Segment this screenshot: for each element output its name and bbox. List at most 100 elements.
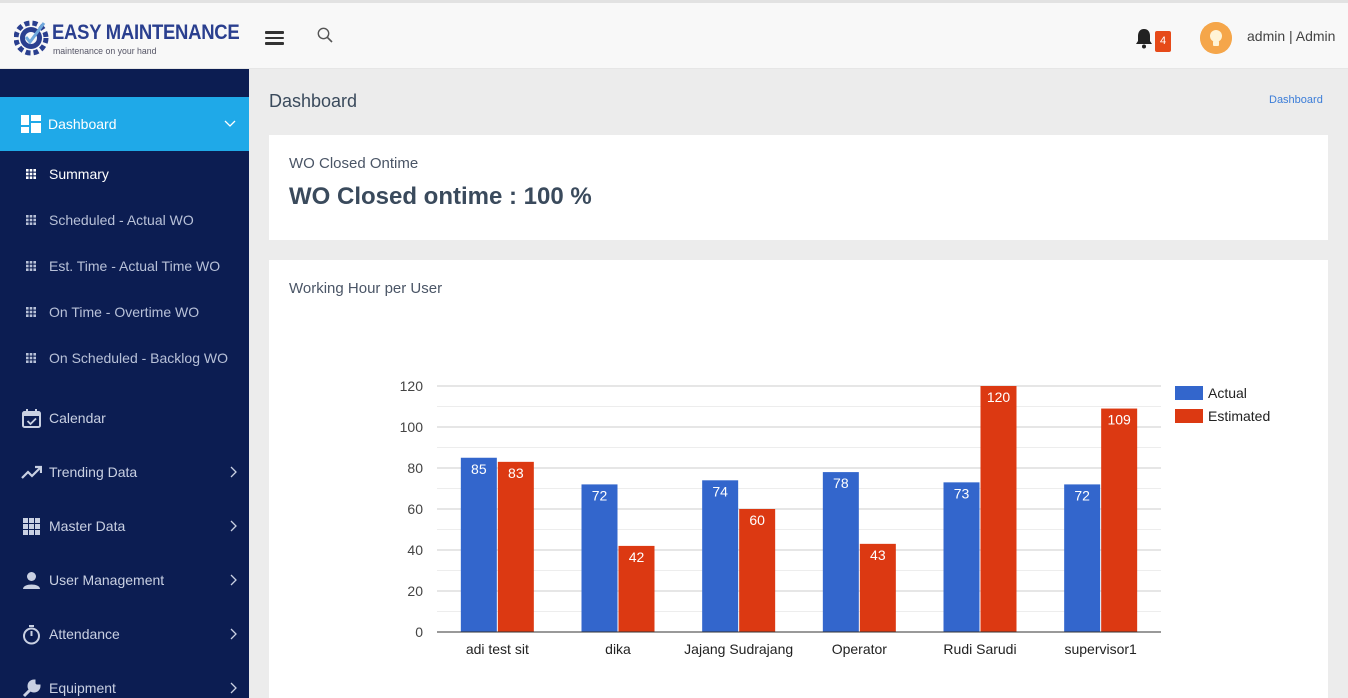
bell-icon[interactable] (1134, 27, 1154, 49)
hamburger-menu-icon[interactable] (265, 28, 287, 46)
y-tick-label: 60 (407, 501, 423, 517)
sidebar-subitem-label: Est. Time - Actual Time WO (49, 258, 221, 274)
sidebar-subitem-ontime-overtime[interactable]: On Time - Overtime WO (0, 292, 249, 332)
bar-actual (822, 472, 859, 632)
sidebar-item-user-management[interactable]: User Management (0, 557, 249, 603)
data-label: 74 (712, 483, 728, 499)
user-icon (23, 572, 40, 589)
legend-swatch (1175, 409, 1203, 423)
chevron-right-icon (230, 682, 237, 694)
data-label: 109 (1107, 412, 1131, 428)
sidebar: Dashboard Summary Scheduled - Actual WO … (0, 69, 249, 698)
chevron-right-icon (230, 628, 237, 640)
y-tick-label: 0 (415, 624, 423, 640)
y-tick-label: 20 (407, 583, 423, 599)
wo-closed-value: WO Closed ontime : 100 % (289, 183, 592, 210)
working-hour-card: Working Hour per User 0 20 40 60 80 100 120 85 8… (269, 260, 1328, 698)
legend-label: Estimated (1208, 408, 1270, 424)
y-tick-label: 120 (400, 378, 424, 394)
logo-title: EASY MAINTENANCE (52, 21, 240, 44)
bar-actual (460, 457, 497, 632)
data-label: 72 (592, 487, 608, 503)
data-label: 42 (629, 549, 645, 565)
grid-icon (23, 518, 40, 535)
legend-label: Actual (1208, 385, 1247, 401)
sidebar-item-label: Equipment (49, 680, 116, 696)
data-label: 83 (508, 465, 524, 481)
sidebar-item-master-data[interactable]: Master Data (0, 503, 249, 549)
sidebar-item-label: Trending Data (49, 464, 138, 480)
y-tick-label: 40 (407, 542, 423, 558)
grid-icon (26, 353, 36, 363)
sidebar-subitem-scheduled-backlog[interactable]: On Scheduled - Backlog WO (0, 338, 249, 378)
sidebar-subitem-label: Scheduled - Actual WO (49, 212, 194, 228)
sidebar-subitem-label: On Time - Overtime WO (49, 304, 200, 320)
sidebar-item-label: User Management (49, 572, 165, 588)
bar-actual (702, 480, 739, 632)
data-label: 85 (471, 461, 487, 477)
chevron-down-icon (224, 120, 236, 127)
bar-actual (581, 484, 618, 632)
x-tick-label: dika (605, 641, 631, 657)
sidebar-item-equipment[interactable]: Equipment (0, 665, 249, 698)
sidebar-subitem-summary[interactable]: Summary (0, 154, 249, 194)
x-tick-label: adi test sit (466, 641, 529, 657)
user-menu[interactable]: admin | Admin (1247, 28, 1335, 44)
y-tick-label: 100 (400, 419, 424, 435)
grid-icon (26, 307, 36, 317)
search-icon[interactable] (316, 26, 334, 44)
sidebar-item-label: Attendance (49, 626, 120, 642)
lightbulb-icon (1200, 22, 1232, 54)
sidebar-item-label: Calendar (49, 410, 106, 426)
sidebar-item-dashboard[interactable]: Dashboard (0, 97, 249, 151)
dashboard-icon (21, 115, 41, 133)
data-label: 73 (954, 485, 970, 501)
data-label: 78 (833, 475, 849, 491)
chevron-right-icon (230, 574, 237, 586)
trending-icon (21, 465, 42, 479)
bar-actual (943, 482, 980, 632)
bar-actual (1064, 484, 1101, 632)
stopwatch-icon (23, 625, 40, 645)
sidebar-subitem-label: Summary (49, 166, 109, 182)
bar-estimated (1101, 408, 1138, 632)
data-label: 72 (1074, 487, 1090, 503)
wrench-icon (22, 679, 41, 698)
x-tick-label: Operator (832, 641, 888, 657)
grid-icon (26, 215, 36, 225)
bar-estimated (980, 386, 1017, 632)
breadcrumb[interactable]: Dashboard (1269, 94, 1323, 106)
data-label: 60 (749, 512, 765, 528)
bar-estimated (497, 461, 534, 632)
wo-closed-card: WO Closed Ontime WO Closed ontime : 100 … (269, 135, 1328, 240)
sidebar-item-calendar[interactable]: Calendar (0, 395, 249, 441)
sidebar-subitem-scheduled-actual[interactable]: Scheduled - Actual WO (0, 200, 249, 240)
avatar[interactable] (1200, 22, 1232, 54)
data-label: 43 (870, 547, 886, 563)
y-tick-label: 80 (407, 460, 423, 476)
x-tick-label: Jajang Sudrajang (684, 641, 793, 657)
page-title: Dashboard (269, 91, 358, 111)
sidebar-item-attendance[interactable]: Attendance (0, 611, 249, 657)
sidebar-item-label: Master Data (49, 518, 126, 534)
legend-swatch (1175, 386, 1203, 400)
x-tick-label: supervisor1 (1064, 641, 1137, 657)
app-logo[interactable]: EASY MAINTENANCE maintenance on your han… (14, 15, 240, 61)
grid-icon (26, 169, 36, 179)
logo-subtitle: maintenance on your hand (53, 46, 157, 57)
sidebar-item-trending-data[interactable]: Trending Data (0, 449, 249, 495)
x-tick-label: Rudi Sarudi (943, 641, 1016, 657)
sidebar-subitem-label: On Scheduled - Backlog WO (49, 350, 228, 366)
working-hour-chart: 0 20 40 60 80 100 120 85 83 adi test sit 72 42 dika 7… (400, 378, 1271, 657)
sidebar-subitem-est-actual-time[interactable]: Est. Time - Actual Time WO (0, 246, 249, 286)
sidebar-item-label: Dashboard (48, 116, 117, 132)
chevron-right-icon (230, 520, 237, 532)
calendar-icon (22, 409, 41, 428)
chevron-right-icon (230, 466, 237, 478)
notification-badge: 4 (1155, 31, 1171, 52)
grid-icon (26, 261, 36, 271)
card-title: WO Closed Ontime (289, 155, 419, 172)
data-label: 120 (987, 389, 1011, 405)
gear-logo-icon (14, 20, 49, 56)
top-bar: EASY MAINTENANCE maintenance on your han… (0, 0, 1348, 69)
